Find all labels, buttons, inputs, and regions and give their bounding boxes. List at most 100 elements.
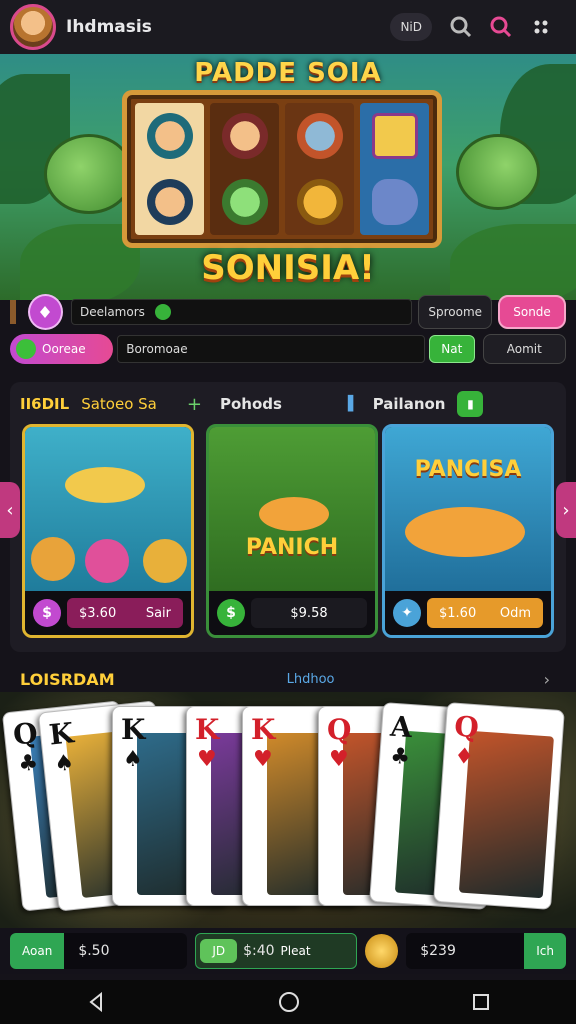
bet-price: $3.60 <box>79 605 117 621</box>
header-chip[interactable]: NiD <box>390 13 432 41</box>
character-icon <box>146 179 193 225</box>
card-suit-icon: ♣ <box>389 743 411 771</box>
section-link[interactable]: Lhdhoo <box>287 672 335 687</box>
back-icon[interactable] <box>85 991 107 1013</box>
tab-products[interactable]: Pohods <box>220 395 282 413</box>
bet-price: $1.60 <box>439 605 477 621</box>
notification-search-icon[interactable] <box>486 12 516 42</box>
card-rank: Q <box>11 716 40 752</box>
text-field[interactable]: Boromoae <box>117 335 425 363</box>
star-icon: ✦ <box>393 599 421 627</box>
win-group: $239 Ich <box>406 933 566 969</box>
bet-group: JD $:40 Pleat <box>195 933 358 969</box>
search-field[interactable]: Deelamors <box>70 299 413 325</box>
app-title: Ihdmasis <box>66 17 152 37</box>
card-rank: Q <box>453 709 480 745</box>
fish-icon <box>405 507 525 557</box>
next-button[interactable]: Nat <box>428 335 475 363</box>
games-tabs: II6DIL Satoeo Sa + Pohods ▌ Pailanon ▮ <box>20 391 560 417</box>
card-suit-icon: ♥ <box>197 747 217 772</box>
reel <box>360 103 429 235</box>
scroll-right-button[interactable]: › <box>556 482 576 538</box>
category-chip-label: Ooreae <box>42 342 86 356</box>
admit-button[interactable]: Aomit <box>482 334 566 364</box>
reel <box>285 103 354 235</box>
green-fish-icon <box>44 134 134 214</box>
system-navbar <box>0 980 576 1024</box>
tab-category[interactable]: Satoeo Sa <box>81 395 157 413</box>
win-value: $239 <box>420 943 456 959</box>
home-icon[interactable] <box>277 990 301 1014</box>
bet-label: Odm <box>499 605 531 621</box>
bet-pill[interactable]: $9.58 <box>251 598 367 628</box>
scroll-icon <box>371 113 418 159</box>
card-rank: K <box>47 716 76 752</box>
search-icon[interactable] <box>446 12 476 42</box>
card-suit-icon: ♦ <box>453 743 475 771</box>
card-rank: A <box>389 709 414 745</box>
secondary-button[interactable]: Sproome <box>418 295 493 329</box>
reel <box>135 103 204 235</box>
playing-card[interactable]: Q ♦ <box>433 702 565 910</box>
card-suit-icon: ♥ <box>329 747 349 772</box>
bet-pill[interactable]: $3.60 Sair <box>67 598 183 628</box>
balance-group: Aoan $.50 <box>10 933 188 969</box>
card-rank: K <box>121 713 146 746</box>
tab-featured[interactable]: II6DIL <box>20 395 69 413</box>
fish-icon <box>371 179 418 225</box>
monster-icon <box>31 537 75 581</box>
coin-icon: $ <box>217 599 245 627</box>
game-art: PANICH <box>209 427 375 597</box>
win-button[interactable]: Ich <box>524 933 566 969</box>
primary-button[interactable]: Sonde <box>498 295 566 329</box>
controls-row-2: Ooreae Boromoae Nat Aomit <box>10 334 566 364</box>
monster-icon <box>296 113 343 159</box>
recents-icon[interactable] <box>471 992 491 1012</box>
monster-icon <box>221 179 268 225</box>
hero-banner[interactable]: PADDE SOIA SONISIA! <box>0 54 576 300</box>
filter-icon[interactable]: ▮ <box>457 391 484 417</box>
chevron-right-icon[interactable]: › <box>544 670 550 689</box>
character-icon <box>221 113 268 159</box>
card-suit-icon: ♠ <box>123 747 143 772</box>
plus-icon: + <box>186 393 202 415</box>
section-title: LOISRDAM <box>20 669 115 689</box>
card-rank: K <box>195 713 220 746</box>
game-card[interactable]: PANCISA ✦ $1.60 Odm <box>382 424 554 638</box>
game-title: PANICH <box>245 535 339 560</box>
monster-icon <box>143 539 187 583</box>
bet-label: Pleat <box>280 944 311 958</box>
fish-token-button[interactable] <box>28 294 63 330</box>
menu-dots-icon[interactable] <box>526 12 556 42</box>
bookmark-icon: ▌ <box>347 396 359 412</box>
fish-icon <box>65 467 145 503</box>
bet-price: $9.58 <box>290 605 328 621</box>
bet-pill[interactable]: $1.60 Odm <box>427 598 543 628</box>
jd-button[interactable]: JD <box>200 939 238 963</box>
card-suit-icon: ♣ <box>17 750 40 778</box>
card-suit-icon: ♠ <box>53 750 76 778</box>
bet-label: Sair <box>145 605 171 621</box>
game-title: PANCISA <box>414 457 522 482</box>
category-chip[interactable]: Ooreae <box>10 334 114 364</box>
bet-value: $:40 <box>243 943 275 959</box>
reel <box>210 103 279 235</box>
gold-coin-icon[interactable] <box>365 934 399 968</box>
slot-machine-reels[interactable] <box>122 90 442 248</box>
card-suit-icon: ♥ <box>253 747 273 772</box>
hero-title: PADDE SOIA <box>194 58 382 88</box>
bottom-bar: Aoan $.50 JD $:40 Pleat $239 Ich <box>0 928 576 974</box>
character-icon <box>146 113 193 159</box>
avatar[interactable] <box>10 4 56 50</box>
flower-icon <box>85 539 129 583</box>
game-card[interactable]: PANICH $ $9.58 <box>206 424 378 638</box>
tab-pailanon[interactable]: Pailanon <box>373 395 446 413</box>
coin-icon <box>296 179 343 225</box>
hero-subtitle: SONISIA! <box>201 248 375 288</box>
controls-row-1: Deelamors Sproome Sonde <box>10 290 566 334</box>
game-card[interactable]: $ $3.60 Sair <box>22 424 194 638</box>
balance-button[interactable]: Aoan <box>10 933 65 969</box>
playing-cards-fan: Q ♣ K ♠ K ♠ K ♥ K ♥ Q ♥ A ♣ Q ♦ <box>0 692 576 932</box>
card-rank: Q <box>327 713 352 746</box>
scroll-left-button[interactable]: ‹ <box>0 482 20 538</box>
